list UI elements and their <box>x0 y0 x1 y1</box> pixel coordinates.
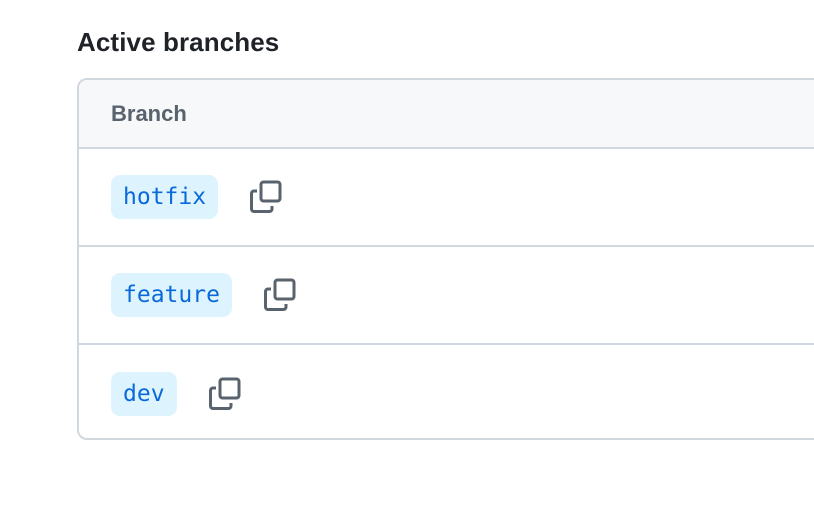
branch-link-dev[interactable]: dev <box>111 372 177 416</box>
table-row: hotfix <box>79 149 814 247</box>
section-title: Active branches <box>77 27 280 57</box>
copy-branch-button[interactable] <box>262 277 298 313</box>
table-row: feature <box>79 247 814 345</box>
copy-icon <box>250 180 282 213</box>
copy-branch-button[interactable] <box>248 179 284 215</box>
branch-link-feature[interactable]: feature <box>111 273 232 317</box>
branches-table: Branch hotfix feature dev <box>77 78 814 440</box>
column-header-branch: Branch <box>111 100 187 126</box>
table-header: Branch <box>79 80 814 149</box>
copy-icon <box>263 278 296 311</box>
copy-branch-button[interactable] <box>207 376 243 412</box>
table-row: dev <box>79 345 814 438</box>
copy-icon <box>208 377 241 410</box>
branch-link-hotfix[interactable]: hotfix <box>111 175 219 219</box>
